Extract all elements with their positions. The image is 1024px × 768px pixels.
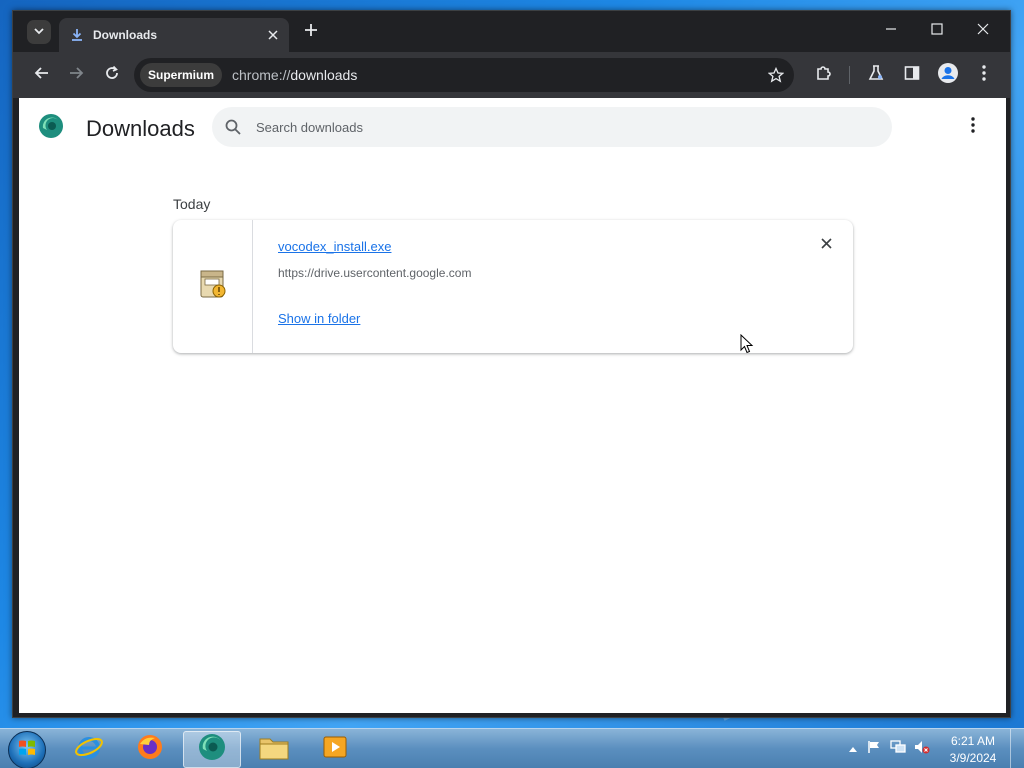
- page-menu-button[interactable]: [963, 116, 983, 138]
- remove-download-button[interactable]: [817, 236, 835, 254]
- windows-logo-icon: [17, 738, 37, 763]
- installer-file-icon: [197, 267, 229, 306]
- more-vertical-icon: [981, 64, 987, 87]
- browser-name-chip[interactable]: Supermium: [140, 63, 223, 87]
- system-clock[interactable]: 6:21 AM 3/9/2024: [942, 733, 1004, 767]
- taskbar-supermium[interactable]: [183, 731, 241, 768]
- taskbar-firefox[interactable]: [121, 731, 179, 768]
- browser-toolbar: Supermium chrome://downloads: [13, 52, 1010, 98]
- source-url: https://drive.usercontent.google.com: [278, 266, 472, 280]
- close-icon: [977, 22, 989, 40]
- back-button[interactable]: [29, 62, 55, 88]
- action-center-tray[interactable]: [866, 740, 882, 759]
- internet-explorer-icon: [74, 732, 104, 767]
- flask-icon: [867, 64, 885, 87]
- more-vertical-icon: [970, 116, 976, 139]
- file-icon-column: [173, 220, 253, 353]
- search-input[interactable]: [256, 119, 816, 135]
- url-host: downloads: [290, 67, 358, 83]
- avatar-icon: [937, 62, 959, 89]
- tab-downloads[interactable]: Downloads: [59, 18, 289, 52]
- file-name-link[interactable]: vocodex_install.exe: [278, 239, 391, 254]
- chevron-down-icon: [34, 23, 44, 41]
- supermium-icon: [197, 732, 227, 767]
- windows-taskbar: 6:21 AM 3/9/2024: [0, 728, 1024, 768]
- title-bar: Downloads: [13, 11, 1010, 52]
- downloads-page: Downloads Today: [19, 98, 1006, 713]
- maximize-icon: [931, 22, 943, 40]
- url-text[interactable]: chrome://downloads: [232, 67, 357, 83]
- chevron-up-icon: [848, 740, 858, 758]
- minimize-icon: [885, 22, 897, 40]
- reload-icon: [104, 65, 120, 86]
- side-panel-icon: [904, 65, 920, 86]
- network-icon: [890, 739, 906, 759]
- reload-button[interactable]: [99, 62, 125, 88]
- close-window-button[interactable]: [965, 17, 1001, 45]
- volume-muted-icon: [914, 740, 930, 759]
- date-group-header: Today: [173, 196, 211, 212]
- side-panel-button[interactable]: [899, 62, 925, 88]
- browser-window: Downloads Supermium chrome://downloads D…: [12, 10, 1011, 718]
- taskbar-file-explorer[interactable]: [245, 731, 303, 768]
- url-scheme: chrome://: [232, 67, 291, 83]
- flag-icon: [867, 740, 881, 759]
- network-tray[interactable]: [890, 739, 906, 759]
- minimize-button[interactable]: [873, 17, 909, 45]
- clock-time: 6:21 AM: [950, 734, 996, 748]
- browser-menu-button[interactable]: [971, 62, 997, 88]
- labs-button[interactable]: [863, 62, 889, 88]
- close-icon: [820, 236, 832, 254]
- bookmark-star-icon[interactable]: [766, 65, 786, 85]
- show-desktop-button[interactable]: [1010, 729, 1024, 768]
- profile-button[interactable]: [935, 62, 961, 88]
- media-player-icon: [321, 733, 349, 766]
- supermium-logo-icon: [37, 112, 65, 140]
- taskbar-media-player[interactable]: [306, 731, 364, 768]
- tab-search-button[interactable]: [27, 20, 51, 44]
- plus-icon: [304, 23, 318, 42]
- search-bar[interactable]: [212, 107, 892, 147]
- extensions-button[interactable]: [811, 62, 837, 88]
- firefox-icon: [135, 732, 165, 767]
- show-in-folder-link[interactable]: Show in folder: [278, 311, 360, 326]
- show-hidden-icons-button[interactable]: [845, 741, 861, 757]
- address-bar[interactable]: Supermium chrome://downloads: [134, 58, 794, 92]
- tab-title: Downloads: [93, 28, 158, 42]
- puzzle-icon: [815, 64, 833, 87]
- clock-date: 3/9/2024: [949, 751, 997, 765]
- arrow-right-icon: [68, 65, 84, 86]
- new-tab-button[interactable]: [301, 22, 321, 42]
- search-icon: [224, 118, 242, 136]
- forward-button[interactable]: [63, 62, 89, 88]
- folder-icon: [258, 733, 290, 766]
- start-button[interactable]: [8, 731, 46, 768]
- tab-close-icon[interactable]: [265, 27, 281, 43]
- taskbar-internet-explorer[interactable]: [60, 731, 118, 768]
- mouse-cursor-icon: [740, 333, 754, 354]
- page-title: Downloads: [86, 116, 195, 141]
- maximize-button[interactable]: [919, 17, 955, 45]
- toolbar-separator: [849, 66, 850, 84]
- download-icon: [69, 27, 85, 43]
- volume-tray[interactable]: [914, 740, 930, 759]
- arrow-left-icon: [34, 65, 50, 86]
